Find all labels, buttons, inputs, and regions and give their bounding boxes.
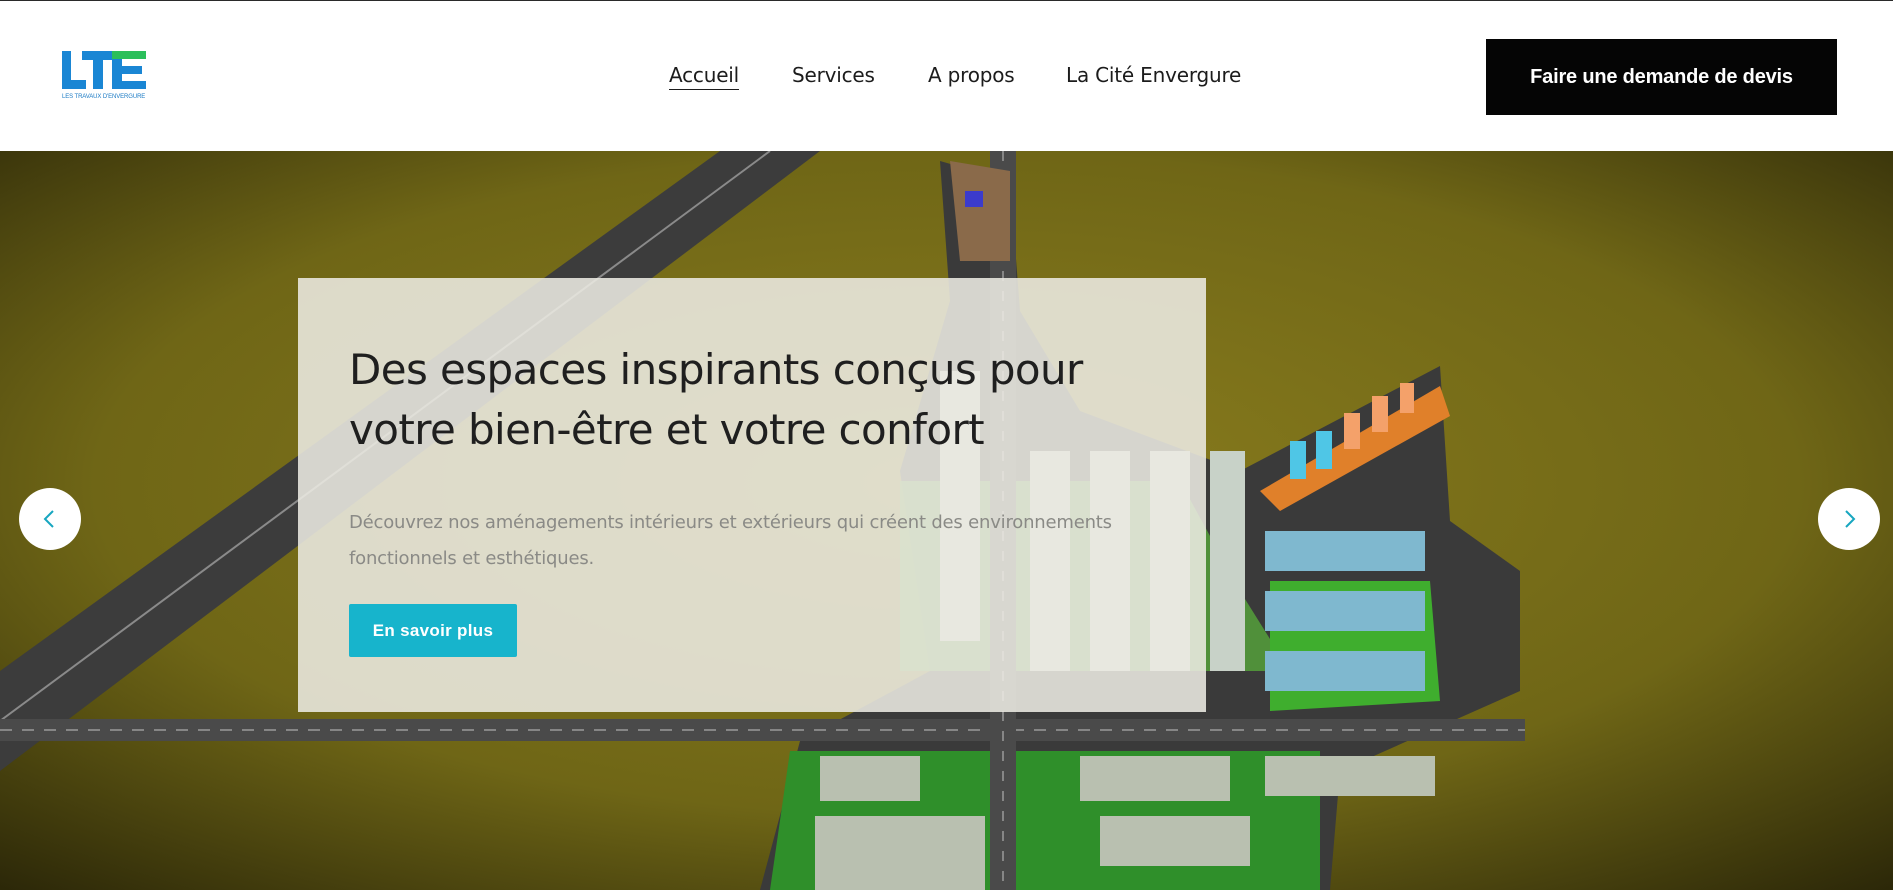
slider-next-button[interactable] bbox=[1818, 488, 1880, 550]
logo-caption: LES TRAVAUX D'ENVERGURE bbox=[62, 94, 146, 100]
hero-title: Des espaces inspirants conçus pour votre… bbox=[349, 345, 1083, 454]
chevron-right-icon bbox=[1845, 510, 1856, 528]
learn-more-button[interactable]: En savoir plus bbox=[349, 604, 517, 657]
slider-prev-button[interactable] bbox=[19, 488, 81, 550]
nav-item-a-propos[interactable]: A propos bbox=[928, 63, 1015, 87]
hero-slider: Des espaces inspirants conçus pour votre… bbox=[0, 151, 1893, 890]
nav-item-services[interactable]: Services bbox=[792, 63, 875, 87]
hero-card: Des espaces inspirants conçus pour votre… bbox=[298, 278, 1206, 712]
hero-description: Découvrez nos aménagements intérieurs et… bbox=[349, 512, 1112, 569]
quote-request-button[interactable]: Faire une demande de devis bbox=[1486, 39, 1837, 115]
chevron-left-icon bbox=[43, 510, 54, 528]
site-header: LES TRAVAUX D'ENVERGURE Accueil Services… bbox=[0, 1, 1893, 151]
nav-item-accueil[interactable]: Accueil bbox=[669, 63, 739, 90]
nav-item-la-cite-envergure[interactable]: La Cité Envergure bbox=[1066, 63, 1241, 87]
